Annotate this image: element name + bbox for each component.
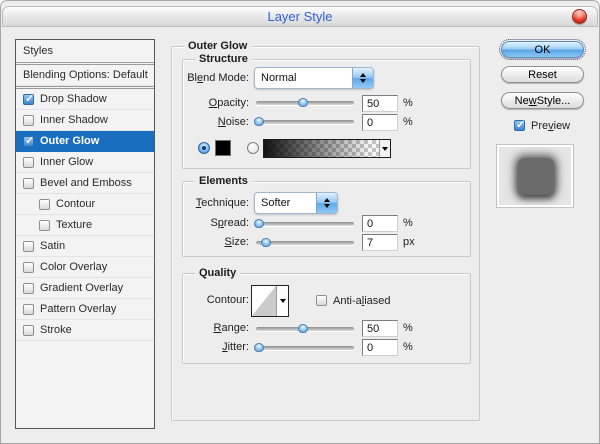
satin-checkbox[interactable] <box>23 240 34 252</box>
size-slider[interactable] <box>256 238 354 247</box>
inner-shadow-checkbox[interactable] <box>23 114 34 126</box>
gradient-preview <box>264 140 379 157</box>
sidebar-item-outer-glow[interactable]: Outer Glow <box>16 131 154 152</box>
noise-label: Noise: <box>217 116 249 128</box>
technique-label: Technique: <box>195 197 249 209</box>
jitter-input[interactable] <box>362 339 398 356</box>
blend-mode-value: Normal <box>261 72 297 84</box>
sidebar-item-satin[interactable]: Satin <box>16 236 154 257</box>
style-preview-thumbnail <box>496 144 574 208</box>
blend-mode-label: Blend Mode: <box>187 72 249 84</box>
contour-thumbnail <box>252 286 276 316</box>
range-slider[interactable] <box>256 324 354 333</box>
gradient-overlay-checkbox[interactable] <box>23 282 34 294</box>
close-icon[interactable] <box>572 9 587 24</box>
stepper-icon[interactable] <box>316 193 337 213</box>
contour-picker[interactable] <box>251 285 289 317</box>
glow-preview-square <box>518 158 554 195</box>
spread-slider[interactable] <box>253 219 354 228</box>
inner-glow-checkbox[interactable] <box>23 156 34 168</box>
jitter-unit: % <box>403 341 413 353</box>
size-unit: px <box>403 236 415 248</box>
opacity-slider[interactable] <box>256 98 354 107</box>
opacity-input[interactable] <box>362 95 398 112</box>
sidebar-item-inner-shadow[interactable]: Inner Shadow <box>16 110 154 131</box>
technique-select[interactable]: Softer <box>254 192 338 214</box>
spread-slider-thumb[interactable] <box>253 219 264 228</box>
range-input[interactable] <box>362 320 398 337</box>
size-input[interactable] <box>362 234 398 251</box>
sidebar-item-inner-glow[interactable]: Inner Glow <box>16 152 154 173</box>
opacity-label: Opacity: <box>208 97 249 109</box>
contour-label: Contour: <box>206 294 249 306</box>
noise-input[interactable] <box>362 114 398 131</box>
sidebar-item-drop-shadow[interactable]: Drop Shadow <box>16 89 154 110</box>
spread-input[interactable] <box>362 215 398 232</box>
drop-shadow-checkbox[interactable] <box>23 92 34 105</box>
spread-label: Spread: <box>210 217 249 229</box>
texture-checkbox[interactable] <box>39 219 50 231</box>
noise-unit: % <box>403 116 413 128</box>
blend-mode-select[interactable]: Normal <box>254 67 374 89</box>
stepper-icon[interactable] <box>352 68 373 88</box>
glow-color-swatch[interactable] <box>215 140 231 156</box>
dialog-title: Layer Style <box>267 9 333 24</box>
sidebar-item-texture[interactable]: Texture <box>16 215 154 236</box>
ok-button[interactable]: OK <box>499 39 586 60</box>
anti-aliased-checkbox[interactable] <box>316 295 327 306</box>
jitter-slider-thumb[interactable] <box>253 343 264 352</box>
reset-button[interactable]: Reset <box>501 66 584 83</box>
sidebar-item-gradient-overlay[interactable]: Gradient Overlay <box>16 278 154 299</box>
contour-checkbox[interactable] <box>39 198 50 210</box>
stroke-checkbox[interactable] <box>23 324 34 336</box>
sidebar-item-color-overlay[interactable]: Color Overlay <box>16 257 154 278</box>
preview-checkbox[interactable] <box>514 118 525 131</box>
titlebar[interactable]: Layer Style <box>2 6 598 27</box>
noise-slider[interactable] <box>253 117 354 126</box>
sidebar-item-contour[interactable]: Contour <box>16 194 154 215</box>
opacity-unit: % <box>403 97 413 109</box>
glow-gradient-radio[interactable] <box>247 142 259 154</box>
pattern-overlay-checkbox[interactable] <box>23 303 34 315</box>
sidebar-item-stroke[interactable]: Stroke <box>16 320 154 341</box>
elements-legend: Elements <box>195 174 252 189</box>
sidebar-item-bevel-and-emboss[interactable]: Bevel and Emboss <box>16 173 154 194</box>
quality-legend: Quality <box>195 266 241 281</box>
size-slider-thumb[interactable] <box>260 238 271 247</box>
glow-gradient-picker[interactable] <box>263 139 391 158</box>
styles-list-header: Styles <box>23 45 53 57</box>
color-overlay-checkbox[interactable] <box>23 261 34 273</box>
spread-unit: % <box>403 217 413 229</box>
sidebar-item-pattern-overlay[interactable]: Pattern Overlay <box>16 299 154 320</box>
jitter-label: Jitter: <box>222 341 249 353</box>
size-label: Size: <box>224 236 249 248</box>
new-style-button[interactable]: Ne w Style... <box>501 92 584 109</box>
styles-list: Styles Blending Options: Default Drop Sh… <box>15 39 155 429</box>
opacity-slider-thumb[interactable] <box>298 98 309 107</box>
glow-color-radio[interactable] <box>198 142 210 154</box>
range-label: Range: <box>213 322 249 334</box>
range-slider-thumb[interactable] <box>298 324 309 333</box>
bevel-emboss-checkbox[interactable] <box>23 177 34 189</box>
contour-dropdown-arrow-icon[interactable] <box>276 286 288 316</box>
noise-slider-thumb[interactable] <box>253 117 264 126</box>
anti-aliased-label: Anti-aliased <box>333 295 391 307</box>
range-unit: % <box>403 322 413 334</box>
sidebar-item-blending-options[interactable]: Blending Options: Default <box>16 65 154 86</box>
preview-label: Preview <box>531 120 571 132</box>
outer-glow-checkbox[interactable] <box>23 134 34 147</box>
layer-style-dialog: Layer Style Styles Blending Options: Def… <box>0 0 600 444</box>
gradient-dropdown-arrow-icon[interactable] <box>379 140 390 157</box>
technique-value: Softer <box>261 197 291 209</box>
structure-legend: Structure <box>195 52 252 67</box>
jitter-slider[interactable] <box>253 343 354 352</box>
